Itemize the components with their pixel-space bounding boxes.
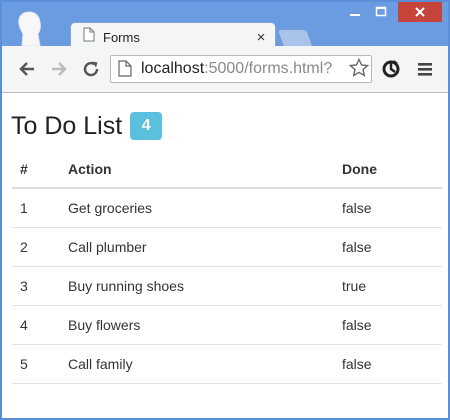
- url-host: localhost: [141, 60, 205, 77]
- row-done: false: [334, 305, 442, 345]
- profile-person-icon[interactable]: [12, 10, 46, 47]
- row-action: Get groceries: [60, 187, 334, 228]
- row-action: Call plumber: [60, 227, 334, 267]
- row-done: true: [334, 266, 442, 306]
- row-done: false: [334, 227, 442, 267]
- extension-icon[interactable]: [380, 58, 402, 80]
- row-number: 5: [12, 344, 60, 384]
- browser-window: Forms × localhost:5000/forms.html? To Do…: [0, 0, 450, 420]
- row-action: Buy flowers: [60, 305, 334, 345]
- row-action: Call family: [60, 344, 334, 384]
- column-header-number: #: [12, 151, 60, 189]
- page-heading: To Do List 4: [11, 110, 163, 142]
- toolbar: localhost:5000/forms.html?: [2, 46, 448, 93]
- table-row: 5 Call family false: [12, 344, 442, 384]
- table-header-row: # Action Done: [12, 151, 442, 189]
- star-icon[interactable]: [348, 57, 370, 83]
- table-row: 2 Call plumber false: [12, 227, 442, 267]
- todo-table: # Action Done 1 Get groceries false 2 Ca…: [12, 151, 442, 384]
- reload-icon[interactable]: [80, 58, 102, 80]
- tab-title: Forms: [103, 29, 140, 45]
- forward-arrow-icon[interactable]: [48, 58, 70, 80]
- page-icon: [83, 27, 95, 47]
- page-icon: [118, 60, 132, 82]
- page-content: To Do List 4 # Action Done 1 Get groceri…: [2, 93, 448, 418]
- page-title: To Do List: [11, 111, 123, 140]
- url-path: :5000/forms.html?: [204, 60, 333, 77]
- table-row: 1 Get groceries false: [12, 187, 442, 228]
- table-row: 3 Buy running shoes true: [12, 266, 442, 306]
- count-badge: 4: [130, 112, 163, 140]
- row-number: 1: [12, 187, 60, 228]
- address-bar[interactable]: localhost:5000/forms.html?: [110, 55, 372, 83]
- back-arrow-icon[interactable]: [16, 58, 38, 80]
- close-window-button[interactable]: [398, 2, 442, 22]
- table-row: 4 Buy flowers false: [12, 305, 442, 345]
- row-done: false: [334, 344, 442, 384]
- row-number: 4: [12, 305, 60, 345]
- row-done: false: [334, 187, 442, 228]
- maximize-button[interactable]: [368, 2, 394, 22]
- url-text: localhost:5000/forms.html?: [141, 60, 332, 78]
- tab-forms[interactable]: Forms ×: [70, 22, 276, 49]
- row-action: Buy running shoes: [60, 266, 334, 306]
- row-number: 2: [12, 227, 60, 267]
- tab-close-icon[interactable]: ×: [253, 29, 269, 46]
- minimize-button[interactable]: [342, 2, 368, 22]
- row-number: 3: [12, 266, 60, 306]
- title-bar: Forms ×: [2, 2, 448, 49]
- hamburger-menu-icon[interactable]: [414, 58, 436, 80]
- column-header-action: Action: [60, 151, 334, 189]
- new-tab-button[interactable]: [276, 29, 314, 47]
- column-header-done: Done: [334, 151, 442, 189]
